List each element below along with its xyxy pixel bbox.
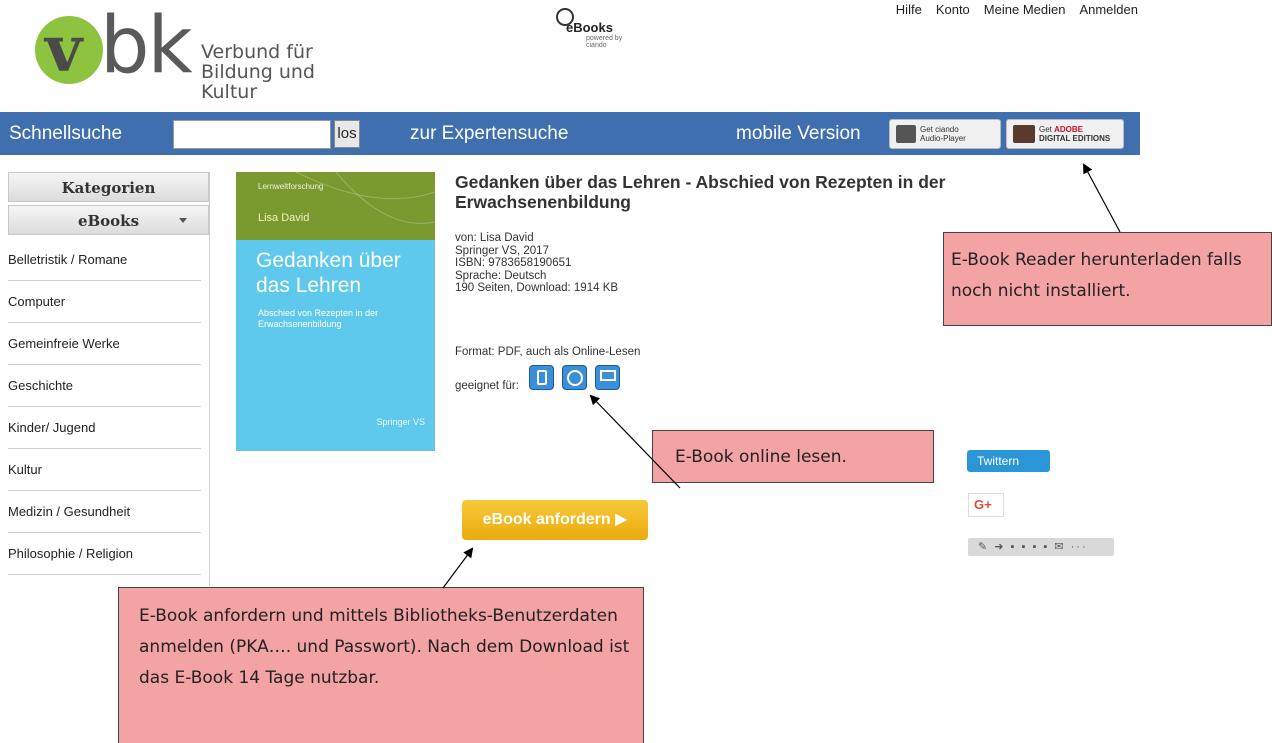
book-title: Gedanken über das Lehren - Abschied von … xyxy=(455,172,946,212)
suitable-for-label: geeignet für: xyxy=(455,380,519,392)
book-isbn: ISBN: 9783658190651 xyxy=(455,257,572,269)
link-meine-medien[interactable]: Meine Medien xyxy=(984,2,1066,17)
category-list: Belletristik / Romane Computer Gemeinfre… xyxy=(8,239,209,575)
ciando-audio-player-badge[interactable]: Get ciando Audio-Player xyxy=(889,119,1001,149)
search-go-button[interactable]: los xyxy=(334,120,360,148)
mobile-version-link[interactable]: mobile Version xyxy=(736,112,861,155)
order-ebook-button[interactable]: eBook anfordern ▶ xyxy=(462,500,648,540)
link-hilfe[interactable]: Hilfe xyxy=(896,2,922,17)
tablet-icon[interactable] xyxy=(529,365,554,390)
adobe-prefix: Get xyxy=(1039,125,1055,134)
cover-title: Gedanken über das Lehren xyxy=(256,249,401,297)
category-kinder-jugend[interactable]: Kinder/ Jugend xyxy=(8,407,201,449)
adobe-book-icon xyxy=(1013,125,1035,143)
cover-author: Lisa David xyxy=(258,212,310,224)
category-medizin[interactable]: Medizin / Gesundheit xyxy=(8,491,201,533)
ebooks-powered: powered by ciando xyxy=(586,35,623,49)
category-belletristik[interactable]: Belletristik / Romane xyxy=(8,239,201,281)
audio-player-icon xyxy=(896,125,916,143)
category-computer[interactable]: Computer xyxy=(8,281,201,323)
category-sidebar: Kategorien eBooks Belletristik / Romane … xyxy=(8,172,210,586)
audio-badge-text: Get ciando Audio-Player xyxy=(920,125,966,143)
desktop-icon[interactable] xyxy=(595,365,620,390)
cover-series: Lernweltforschung xyxy=(258,182,324,191)
ebooks-logo-text: eBooks xyxy=(566,20,613,35)
quick-search-label: Schnellsuche xyxy=(9,123,123,144)
category-geschichte[interactable]: Geschichte xyxy=(8,365,201,407)
categories-heading: Kategorien xyxy=(8,172,209,202)
book-meta: von: Lisa David Springer VS, 2017 ISBN: … xyxy=(455,232,618,295)
book-author: von: Lisa David xyxy=(455,232,534,244)
cover-subtitle: Abschied von Rezepten in der Erwachsenen… xyxy=(258,308,379,329)
callout-order-ebook: E-Book anfordern und mittels Bibliotheks… xyxy=(118,587,644,743)
callout-reader-download: E-Book Reader herunterladen falls noch n… xyxy=(943,232,1272,326)
cover-publisher: Springer VS xyxy=(376,417,425,427)
google-plus-button[interactable]: G+ xyxy=(968,493,1004,517)
vbk-logo[interactable]: v bk Verbund für Bildung und Kultur xyxy=(35,7,360,102)
arrow-to-reader-badge xyxy=(1083,163,1121,233)
logo-letters-bk: bk xyxy=(100,1,193,91)
logo-line-2: Bildung und Kultur xyxy=(201,61,315,103)
logo-letter-v: v xyxy=(45,12,83,87)
adobe-digital-editions-badge[interactable]: Get ADOBE DIGITAL EDITIONS xyxy=(1006,119,1124,149)
adobe-brand: ADOBE xyxy=(1054,125,1084,134)
category-kultur[interactable]: Kultur xyxy=(8,449,201,491)
audio-badge-line2: Audio-Player xyxy=(920,134,966,143)
book-format: Format: PDF, auch als Online-Lesen xyxy=(455,346,641,358)
category-gemeinfreie-werke[interactable]: Gemeinfreie Werke xyxy=(8,323,201,365)
chevron-down-icon[interactable] xyxy=(179,218,187,223)
logo-subtitle: Verbund für Bildung und Kultur xyxy=(201,42,360,102)
quick-search-input[interactable] xyxy=(173,120,331,149)
book-cover[interactable]: Lernweltforschung Lisa David Gedanken üb… xyxy=(236,172,435,451)
book-language: Sprache: Deutsch xyxy=(455,269,547,282)
twitter-share-button[interactable]: Twittern xyxy=(967,450,1050,472)
online-reading-icon[interactable] xyxy=(562,365,587,390)
category-philosophie[interactable]: Philosophie / Religion xyxy=(8,533,201,575)
link-konto[interactable]: Konto xyxy=(936,2,970,17)
audio-badge-line1: Get ciando xyxy=(920,125,959,134)
arrow-to-order-button xyxy=(442,547,474,589)
ebooks-logo: eBooks powered by ciando xyxy=(556,8,622,49)
adobe-badge-line2: DIGITAL EDITIONS xyxy=(1039,134,1111,143)
expert-search-link[interactable]: zur Expertensuche xyxy=(410,112,568,155)
adobe-badge-text: Get ADOBE DIGITAL EDITIONS xyxy=(1039,125,1110,143)
book-publisher: Springer VS, 2017 xyxy=(455,244,549,257)
share-icons-bar[interactable]: ✎ ➜ ▪ ▪ ▪ ▪ ✉ ··· xyxy=(968,538,1114,556)
top-links: Hilfe Konto Meine Medien Anmelden xyxy=(896,2,1138,17)
logo-line-1: Verbund für xyxy=(201,41,313,63)
link-anmelden[interactable]: Anmelden xyxy=(1079,2,1138,17)
callout-read-online: E-Book online lesen. xyxy=(652,430,934,483)
book-pages-download: 190 Seiten, Download: 1914 KB xyxy=(455,282,619,294)
